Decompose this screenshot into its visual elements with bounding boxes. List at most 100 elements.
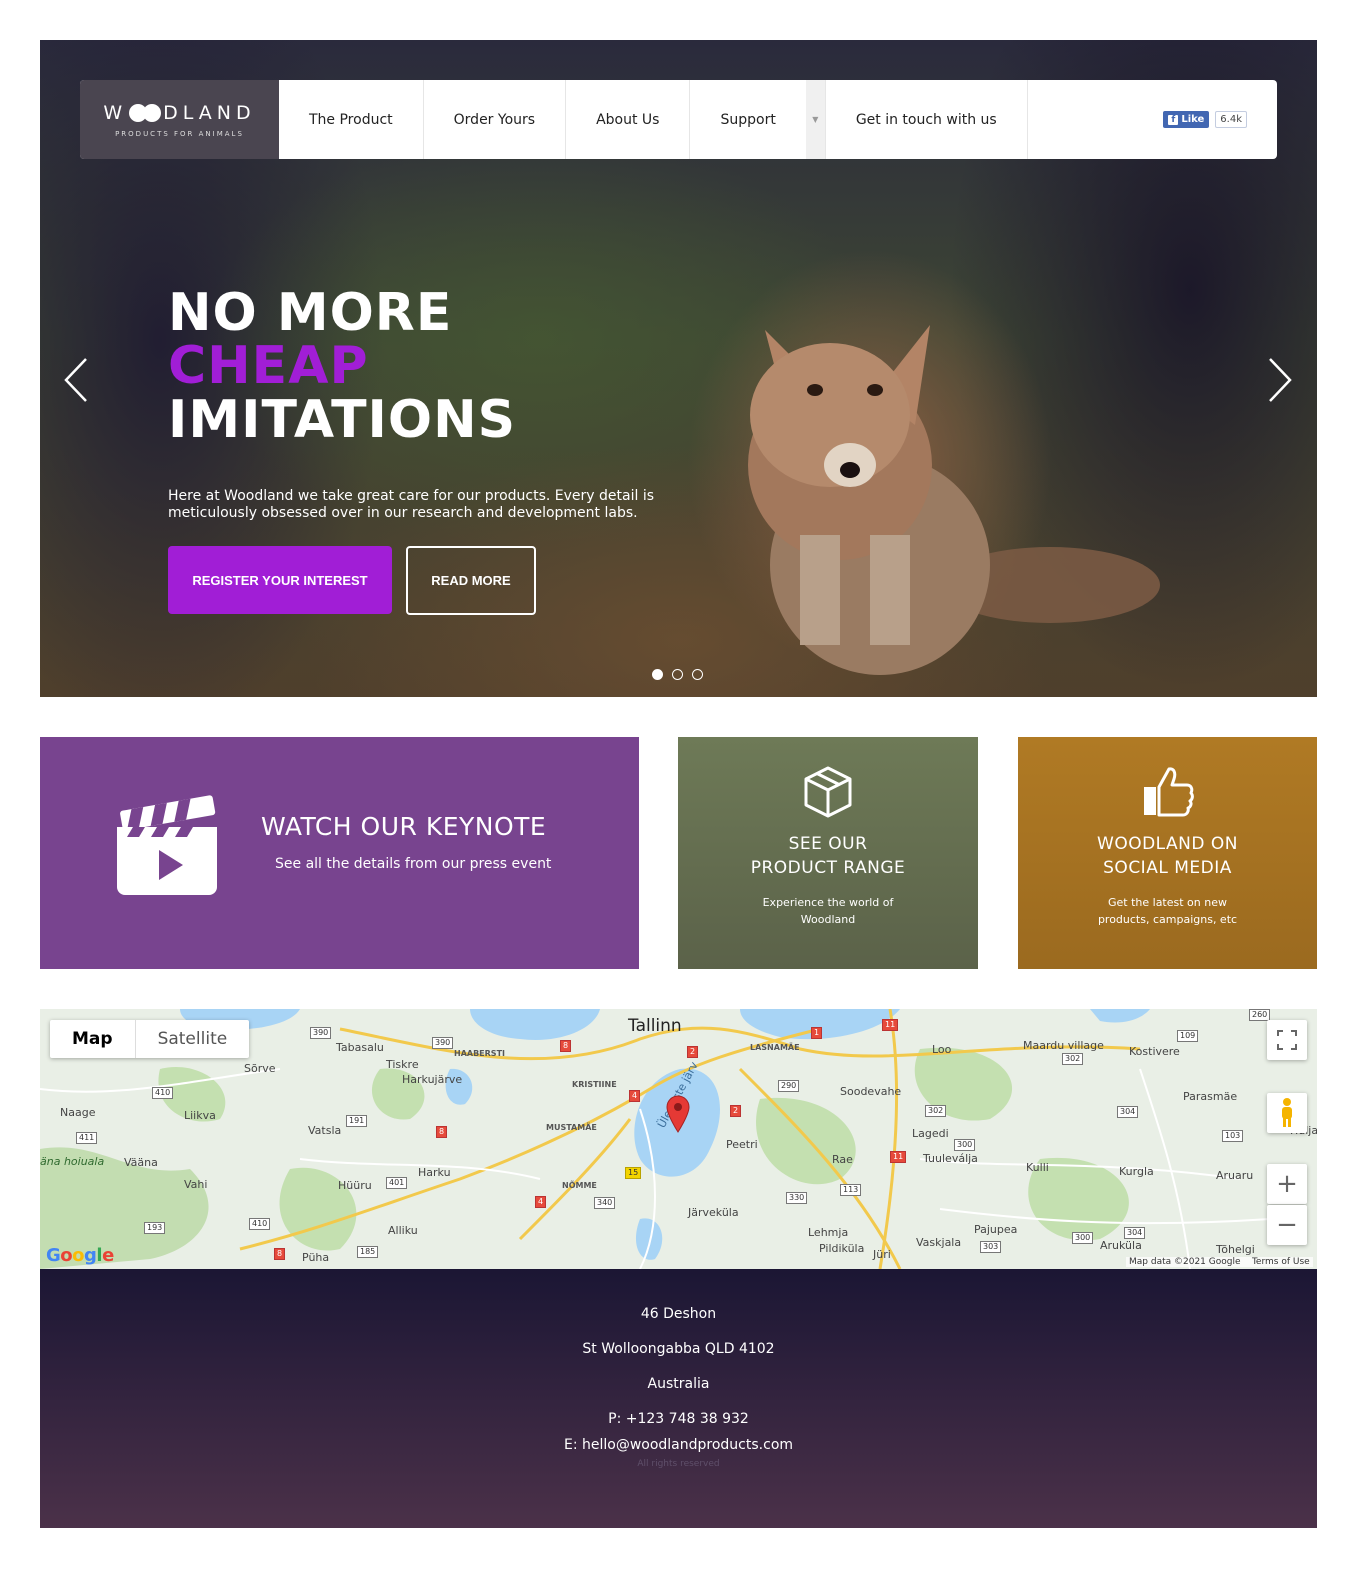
map-type-satellite-button[interactable]: Satellite <box>136 1020 250 1058</box>
road-shield: 113 <box>840 1184 862 1196</box>
footer-email[interactable]: E: hello@woodlandproducts.com <box>40 1437 1317 1453</box>
map-label-juri: Jüri <box>873 1248 891 1261</box>
zoom-out-icon[interactable]: − <box>1267 1205 1307 1245</box>
fullscreen-icon[interactable] <box>1267 1020 1307 1060</box>
footer-country: Australia <box>647 1376 710 1392</box>
slide-dot-3[interactable] <box>692 669 703 680</box>
hero-description: Here at Woodland we take great care for … <box>168 488 655 521</box>
woodland-logo[interactable]: W DLAND PRODUCTS FOR ANIMALS <box>80 80 279 159</box>
road-shield: 304 <box>1117 1106 1139 1118</box>
map-label-kristiine: KRISTIINE <box>572 1080 617 1089</box>
map-label-tuulevalja: Tuuleválja <box>923 1152 978 1165</box>
map-label-alliku: Alliku <box>388 1224 418 1237</box>
map-label-aruaru: Aruaru <box>1216 1169 1254 1182</box>
road-shield: 109 <box>1177 1030 1199 1042</box>
map-label-puha: Püha <box>302 1251 330 1264</box>
map-label-liikva: Liikva <box>184 1109 216 1122</box>
map-label-vaskjala: Vaskjala <box>916 1236 962 1249</box>
map-label-nomme: NÕMME <box>562 1181 597 1190</box>
slide-dot-2[interactable] <box>672 669 683 680</box>
thumbs-up-icon <box>1143 767 1194 817</box>
map-label-naage: Naage <box>60 1106 96 1119</box>
road-shield: 300 <box>1072 1232 1094 1244</box>
road-shield: 103 <box>1222 1130 1244 1142</box>
map-label-arukula: Aruküla <box>1100 1239 1142 1252</box>
map-label-vaana-hoiuala: äna hoiuala <box>40 1155 105 1168</box>
location-pin-icon[interactable] <box>666 1095 690 1133</box>
road-shield: 401 <box>386 1177 408 1189</box>
map-attribution: Map data ©2021 Google Terms of Use <box>1126 1257 1313 1267</box>
map-terms-link[interactable]: Terms of Use <box>1252 1257 1310 1267</box>
prev-slide-arrow[interactable] <box>62 355 92 405</box>
facebook-like-button[interactable]: f Like <box>1163 111 1210 128</box>
map-label-parasmae: Parasmäe <box>1183 1090 1238 1103</box>
read-more-button[interactable]: READ MORE <box>406 546 536 615</box>
map-label-lagedi: Lagedi <box>912 1127 949 1140</box>
map-label-kulli: Kulli <box>1026 1161 1049 1174</box>
map-label-vahi: Vahi <box>184 1178 208 1191</box>
nav-order-yours[interactable]: Order Yours <box>424 80 567 159</box>
register-interest-button[interactable]: REGISTER YOUR INTEREST <box>168 546 392 614</box>
map-label-toheloi: Tõhelgi <box>1216 1243 1255 1256</box>
facebook-icon: f <box>1168 114 1179 125</box>
map-label-maardu: Maardu village <box>1023 1039 1104 1052</box>
social-media-subtitle-line-2: products, campaigns, etc <box>1097 913 1238 926</box>
social-media-title-line-2: SOCIAL MEDIA <box>1103 858 1232 878</box>
map-label-jarvekula: Järveküla <box>688 1206 739 1219</box>
road-shield: 15 <box>625 1167 642 1179</box>
road-shield: 260 <box>1249 1009 1271 1021</box>
map-label-vaana: Vääna <box>124 1156 158 1169</box>
map-label-kurgla: Kurgla <box>1119 1165 1154 1178</box>
google-map[interactable]: Tallinn Tabasalu Sõrve Tiskre Harkujärve… <box>40 1009 1317 1269</box>
clapperboard-icon <box>117 795 217 895</box>
map-label-tiskre: Tiskre <box>386 1058 419 1071</box>
product-range-subtitle-line-2: Woodland <box>800 913 856 926</box>
watch-keynote-tile[interactable]: WATCH OUR KEYNOTE See all the details fr… <box>40 737 639 969</box>
road-shield: 8 <box>560 1040 572 1052</box>
nav-about-us[interactable]: About Us <box>566 80 691 159</box>
road-shield: 300 <box>954 1139 976 1151</box>
product-range-tile[interactable]: SEE OUR PRODUCT RANGE Experience the wor… <box>678 737 978 969</box>
logo-tagline: PRODUCTS FOR ANIMALS <box>115 129 244 138</box>
fox-image <box>748 325 1160 675</box>
map-label-haabersti: HAABERSTI <box>454 1049 505 1058</box>
map-label-harku: Harku <box>418 1166 451 1179</box>
road-shield: 2 <box>687 1046 699 1058</box>
pegman-icon[interactable] <box>1267 1093 1307 1133</box>
road-shield: 193 <box>144 1222 166 1234</box>
social-media-tile[interactable]: WOODLAND ON SOCIAL MEDIA Get the latest … <box>1018 737 1317 969</box>
map-label-soodevahe: Soodevahe <box>840 1085 902 1098</box>
road-shield: 185 <box>357 1246 379 1258</box>
map-label-mustamae: MUSTAMÄE <box>546 1123 597 1132</box>
slide-dot-1[interactable] <box>652 669 663 680</box>
nav-the-product[interactable]: The Product <box>279 80 424 159</box>
support-dropdown-caret-icon[interactable]: ▼ <box>805 80 826 159</box>
product-range-title: SEE OUR PRODUCT RANGE <box>678 832 978 880</box>
slide-indicators <box>652 669 703 680</box>
road-shield: 330 <box>786 1192 808 1204</box>
map-label-vatsla: Vatsla <box>308 1124 342 1137</box>
footer-phone: P: +123 748 38 932 <box>608 1411 749 1427</box>
facebook-like-label: Like <box>1181 114 1205 125</box>
logo-double-o <box>129 103 162 122</box>
road-shield: 1 <box>811 1027 823 1039</box>
logo-letter-w: W <box>103 101 128 124</box>
map-type-map-button[interactable]: Map <box>50 1020 136 1058</box>
road-shield: 411 <box>76 1132 98 1144</box>
nav-get-in-touch[interactable]: Get in touch with us <box>826 80 1028 159</box>
road-shield: 390 <box>310 1027 332 1039</box>
zoom-in-icon[interactable]: + <box>1267 1164 1307 1204</box>
google-logo: Google <box>46 1245 114 1266</box>
next-slide-arrow[interactable] <box>1264 355 1294 405</box>
nav-support[interactable]: Support <box>690 80 805 159</box>
footer-address-line-2: St Wolloongabba QLD 4102 <box>582 1341 775 1357</box>
road-shield: 302 <box>925 1105 947 1117</box>
hero-headline-line-2: CHEAP <box>168 336 369 396</box>
hero-headline-line-3: IMITATIONS <box>168 390 517 450</box>
facebook-like-widget: f Like 6.4k <box>1163 80 1247 159</box>
map-label-peetri: Peetri <box>726 1138 758 1151</box>
site-footer: 46 Deshon St Wolloongabba QLD 4102 Austr… <box>40 1269 1317 1528</box>
social-media-title-line-1: WOODLAND ON <box>1097 834 1238 854</box>
keynote-title: WATCH OUR KEYNOTE <box>261 812 547 841</box>
